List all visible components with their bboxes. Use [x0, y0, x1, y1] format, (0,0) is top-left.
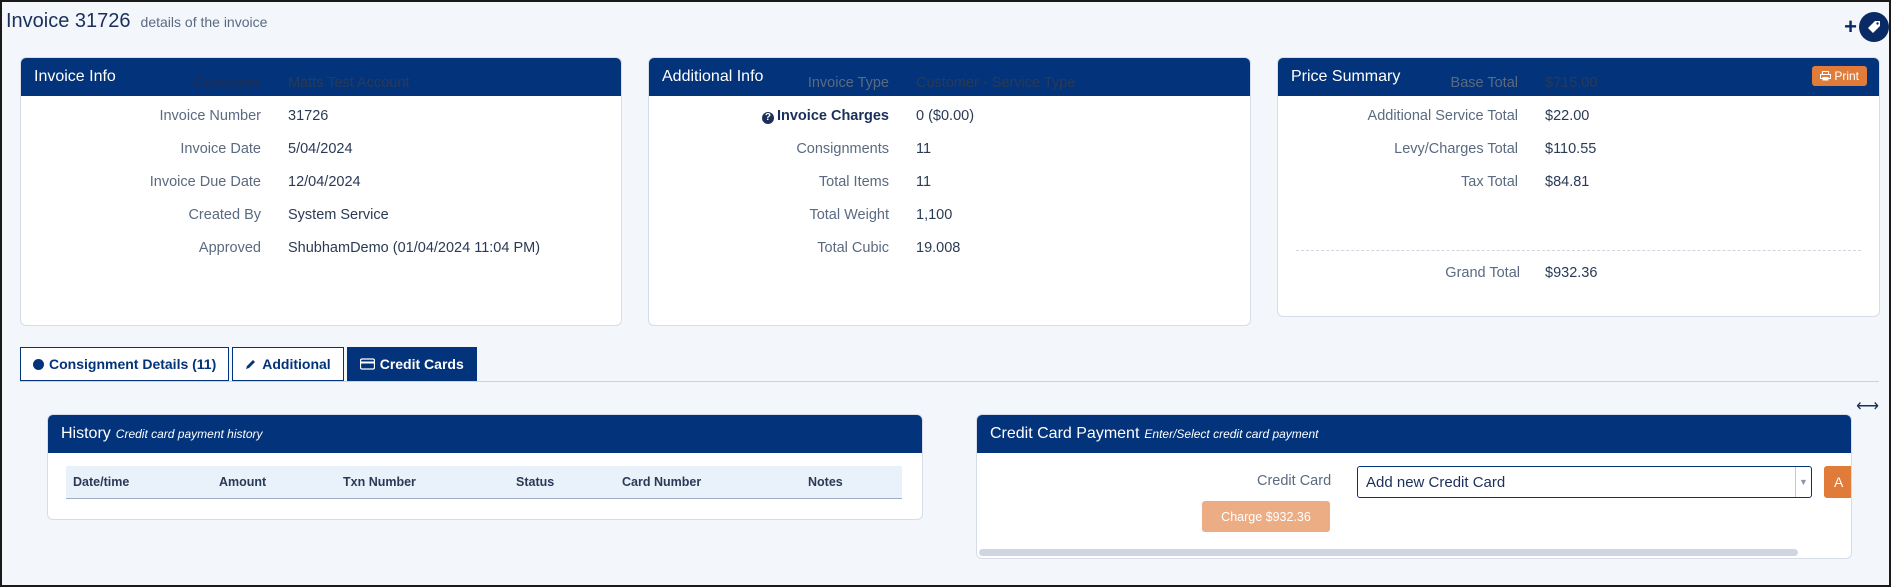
tab-additional[interactable]: Additional: [232, 347, 344, 381]
plus-icon[interactable]: +: [1844, 16, 1857, 38]
pencil-icon: [246, 360, 256, 369]
customer-link[interactable]: Matts Test Account: [288, 75, 410, 92]
approved-value: ShubhamDemo (01/04/2024 11:04 PM): [288, 240, 541, 256]
grand-total-label: Grand Total: [1445, 265, 1520, 281]
created-by-value: System Service: [288, 207, 389, 223]
grand-total-value: $932.36: [1545, 265, 1598, 281]
top-actions: +: [1844, 12, 1889, 42]
tag-icon[interactable]: [1859, 12, 1889, 42]
tab-label: Credit Cards: [379, 356, 464, 372]
customer-label: Customer: [193, 75, 261, 91]
column-header[interactable]: Date/time: [66, 466, 212, 499]
circle-icon: [33, 358, 44, 370]
credit-card-select[interactable]: Add new Credit Card ▼: [1357, 466, 1812, 498]
total-weight-value: 1,100: [916, 207, 953, 223]
additional-info-panel: Additional Info Invoice Type Customer - S…: [648, 57, 1251, 326]
page-title: Invoice 31726: [6, 10, 131, 32]
created-by-label: Created By: [188, 207, 261, 223]
credit-card-label: Credit Card: [1257, 473, 1332, 489]
expand-horizontal-icon[interactable]: ⟷: [1856, 396, 1879, 416]
tabs-divider: [20, 381, 1879, 382]
panel-subtitle: Credit card payment history: [115, 427, 263, 441]
invoice-type-value: Customer - Service Type: [916, 75, 1076, 91]
table-header-row: Date/time Amount Txn Number Status Card …: [66, 466, 902, 499]
column-header[interactable]: Card Number: [615, 466, 801, 499]
base-total-label: Base Total: [1450, 75, 1518, 91]
invoice-charges-value: 0 ($0.00): [916, 108, 975, 124]
total-items-label: Total Items: [818, 174, 889, 190]
price-summary-panel: Price Summary Print Base Total $715.00 Ad…: [1277, 57, 1880, 317]
credit-card-selected-value: Add new Credit Card: [1366, 474, 1506, 491]
consignments-label: Consignments: [796, 141, 889, 157]
approved-label: Approved: [198, 240, 261, 256]
levy-charges-total-value: $110.55: [1545, 141, 1597, 157]
column-header[interactable]: Txn Number: [336, 466, 509, 499]
invoice-date-value: 5/04/2024: [288, 141, 353, 157]
credit-card-payment-header: Credit Card Payment Enter/Select credit …: [977, 415, 1851, 453]
page-subtitle: details of the invoice: [140, 14, 268, 30]
charge-button[interactable]: Charge $932.36: [1202, 501, 1330, 532]
history-table: Date/time Amount Txn Number Status Card …: [66, 466, 902, 499]
question-circle-icon[interactable]: ?: [761, 112, 774, 124]
detail-tabs: Consignment Details (11) Additional Cred…: [20, 347, 480, 381]
invoice-number-label: Invoice Number: [159, 108, 261, 124]
summary-divider: [1296, 250, 1861, 251]
credit-card-payment-panel: Credit Card Payment Enter/Select credit …: [976, 414, 1852, 559]
invoice-charges-text: Invoice Charges: [776, 108, 889, 124]
invoice-due-date-value: 12/04/2024: [288, 174, 361, 190]
column-header[interactable]: Notes: [801, 466, 902, 499]
total-weight-label: Total Weight: [809, 207, 889, 223]
tab-consignment-details[interactable]: Consignment Details (11): [20, 347, 230, 381]
additional-service-total-label: Additional Service Total: [1367, 108, 1518, 124]
total-items-value: 11: [916, 174, 932, 190]
panel-title: Credit Card Payment: [990, 425, 1140, 442]
tax-total-label: Tax Total: [1461, 174, 1518, 190]
invoice-due-date-label: Invoice Due Date: [149, 174, 261, 190]
consignments-value: 11: [916, 141, 932, 157]
add-card-button[interactable]: A: [1824, 466, 1851, 498]
invoice-number-value: 31726: [288, 108, 329, 124]
total-cubic-value: 19.008: [916, 240, 961, 256]
tab-credit-cards[interactable]: Credit Cards: [346, 347, 477, 381]
horizontal-scrollbar[interactable]: [979, 549, 1798, 556]
invoice-charges-label: ? Invoice Charges: [761, 108, 889, 124]
chevron-down-icon[interactable]: ▼: [1795, 467, 1811, 497]
levy-charges-total-label: Levy/Charges Total: [1394, 141, 1518, 157]
column-header[interactable]: Status: [509, 466, 615, 499]
page-header: Invoice 31726 details of the invoice: [6, 10, 267, 33]
panel-title: History: [61, 425, 111, 442]
history-panel: History Credit card payment history Date…: [47, 414, 923, 520]
total-cubic-label: Total Cubic: [817, 240, 889, 256]
credit-card-icon: [359, 358, 375, 370]
base-total-value: $715.00: [1545, 75, 1598, 91]
panel-subtitle: Enter/Select credit card payment: [1144, 427, 1319, 441]
invoice-date-label: Invoice Date: [180, 141, 261, 157]
tax-total-value: $84.81: [1545, 174, 1590, 190]
invoice-type-label: Invoice Type: [807, 75, 889, 91]
tab-label: Consignment Details (11): [49, 356, 217, 372]
tab-label: Additional: [262, 356, 331, 372]
invoice-info-panel: Invoice Info Customer Matts Test Account …: [20, 57, 622, 326]
column-header[interactable]: Amount: [212, 466, 336, 499]
history-header: History Credit card payment history: [48, 415, 922, 453]
additional-service-total-value: $22.00: [1545, 108, 1590, 124]
